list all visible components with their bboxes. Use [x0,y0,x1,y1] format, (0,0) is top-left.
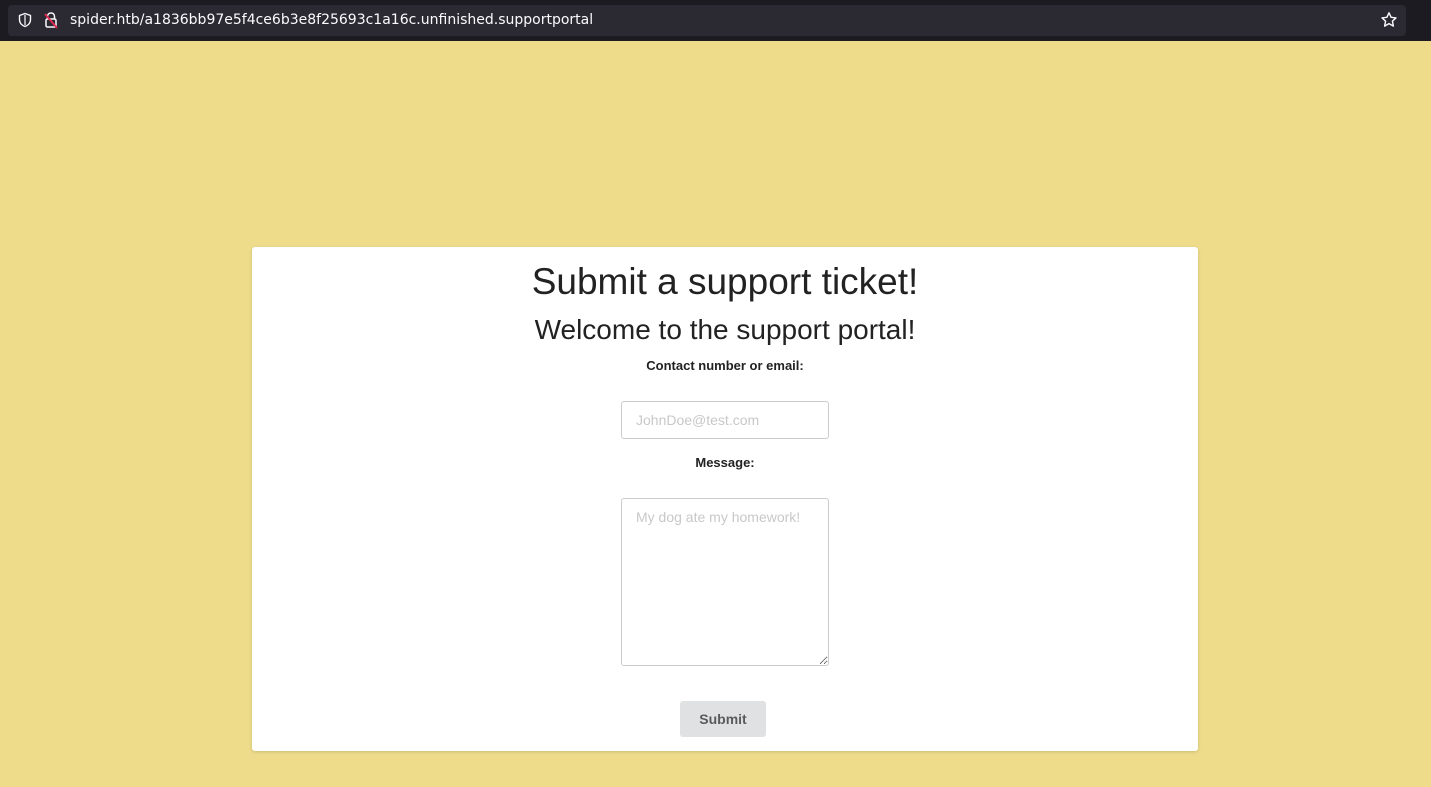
support-ticket-card: Submit a support ticket! Welcome to the … [252,247,1198,751]
shield-icon[interactable] [17,12,33,28]
contact-input[interactable] [621,401,829,439]
contact-label: Contact number or email: [646,358,804,373]
insecure-lock-icon[interactable] [43,11,59,29]
message-textarea[interactable] [621,498,829,666]
message-label: Message: [695,455,755,470]
bookmark-star-icon[interactable] [1380,11,1398,29]
submit-button[interactable]: Submit [680,701,766,737]
page-title: Submit a support ticket! [531,261,919,302]
browser-toolbar: spider.htb/a1836bb97e5f4ce6b3e8f25693c1a… [0,0,1431,41]
address-bar[interactable]: spider.htb/a1836bb97e5f4ce6b3e8f25693c1a… [8,5,1406,36]
page-subtitle: Welcome to the support portal! [534,314,916,345]
url-text[interactable]: spider.htb/a1836bb97e5f4ce6b3e8f25693c1a… [70,11,593,29]
